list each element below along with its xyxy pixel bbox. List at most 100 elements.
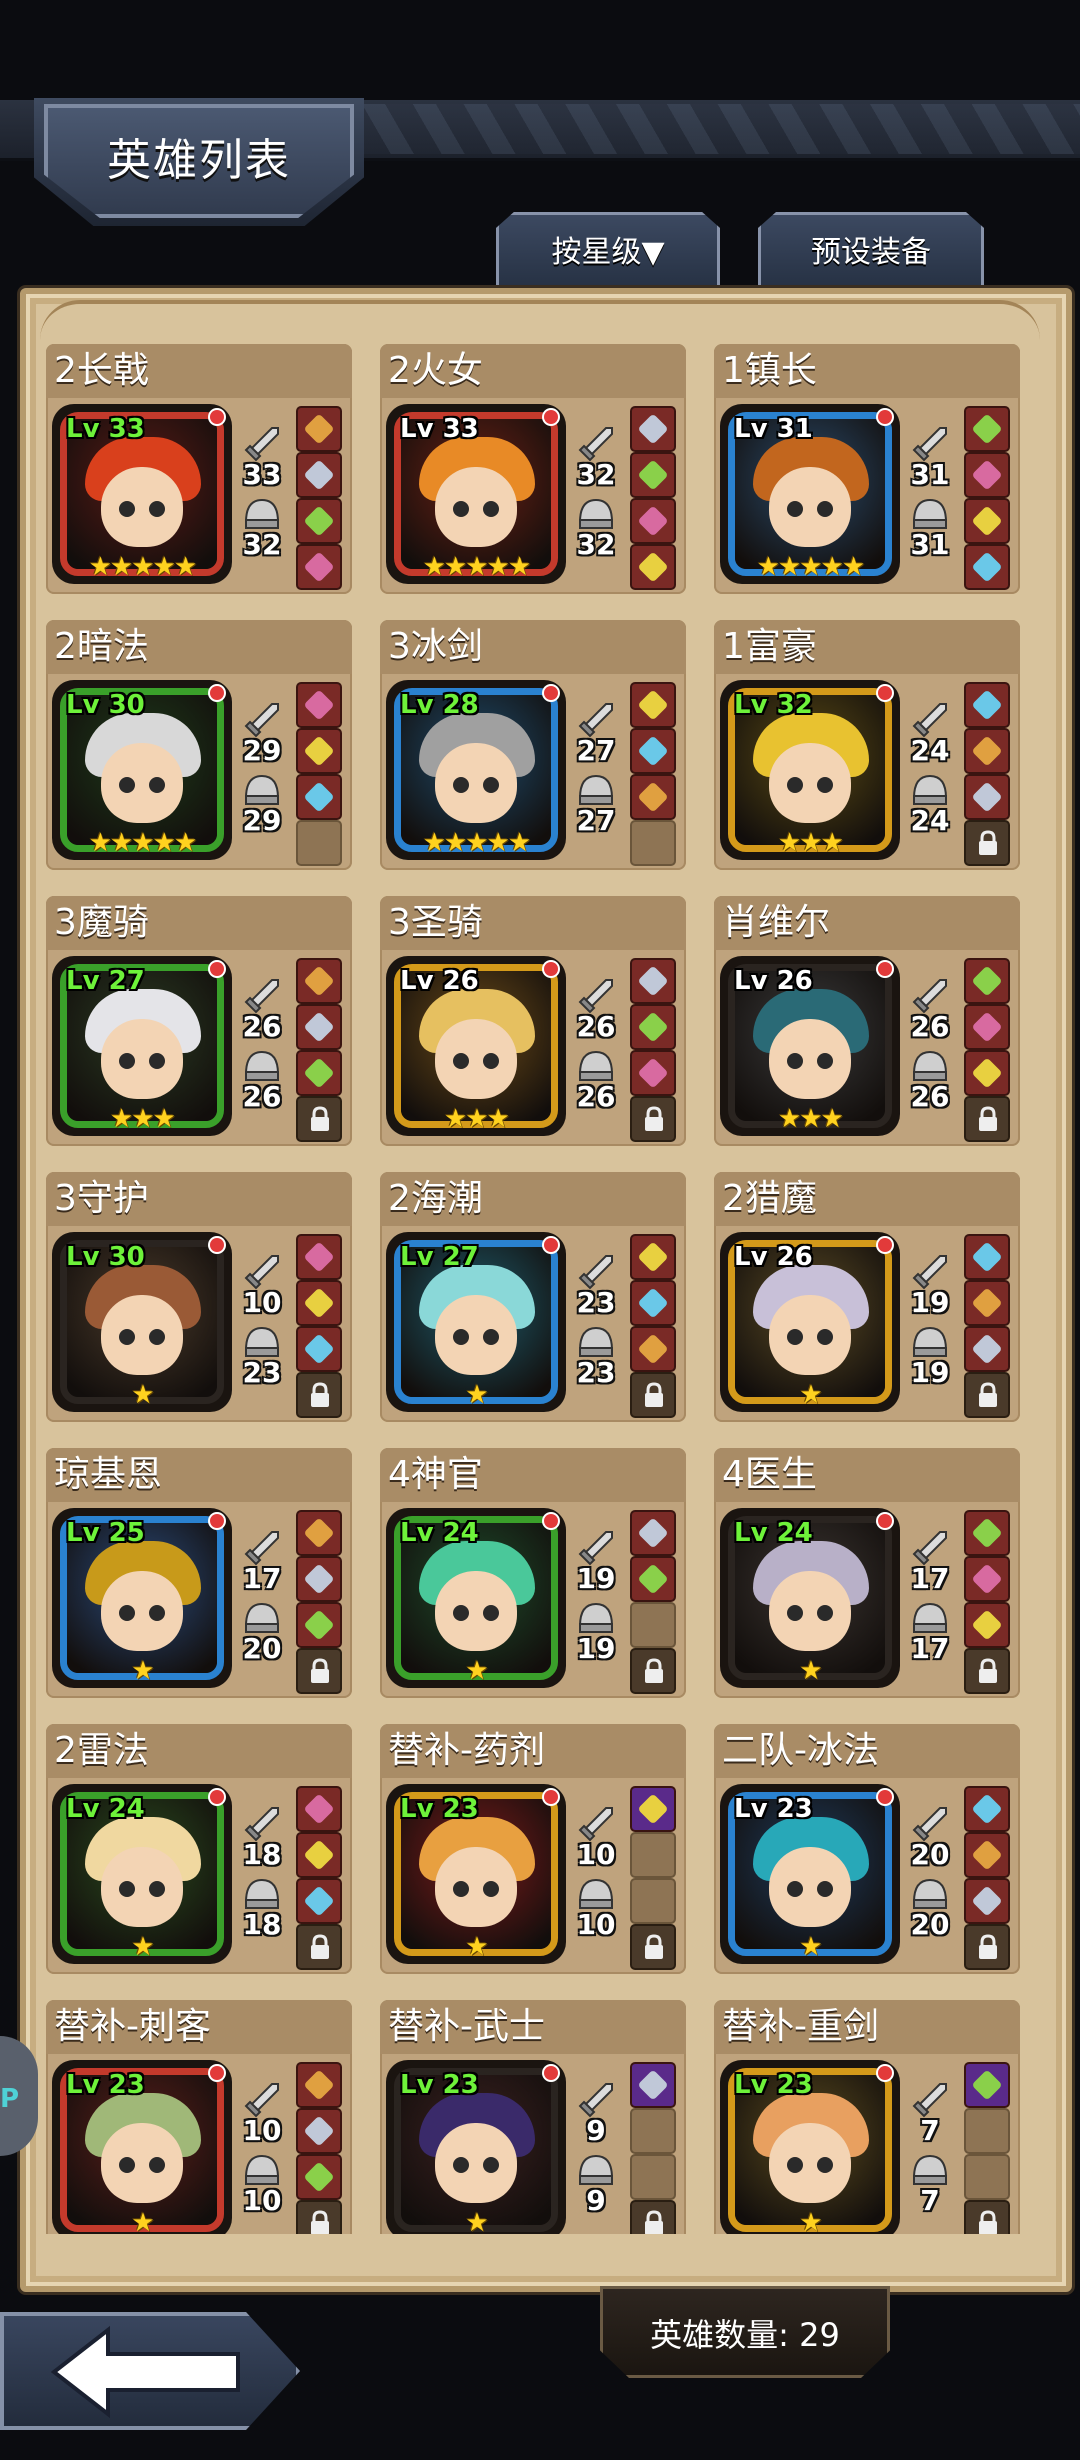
equipment-slot[interactable] xyxy=(964,406,1010,452)
equipment-slot[interactable] xyxy=(964,1878,1010,1924)
hero-portrait[interactable]: Lv 23 ★ xyxy=(52,2060,232,2234)
preset-equipment-button[interactable]: 预设装备 xyxy=(758,212,984,292)
equipment-slot[interactable] xyxy=(964,728,1010,774)
equipment-slot[interactable] xyxy=(296,1786,342,1832)
hero-portrait[interactable]: Lv 30 ★ xyxy=(52,1232,232,1412)
equipment-slot[interactable] xyxy=(296,544,342,590)
equipment-slot[interactable] xyxy=(296,2154,342,2200)
locked-equipment-slot[interactable] xyxy=(296,1924,342,1970)
locked-equipment-slot[interactable] xyxy=(964,1648,1010,1694)
equipment-slot[interactable] xyxy=(296,2108,342,2154)
hero-grid[interactable]: 2长戟 Lv 33 ★★★★★ 33 32 2火女 Lv 33 ★★★★★ 32 32 1镇长 Lv … xyxy=(46,344,1036,2234)
hero-card[interactable]: 二队-冰法 Lv 23 ★ 20 20 xyxy=(714,1724,1020,1974)
empty-equipment-slot[interactable] xyxy=(630,2154,676,2200)
hero-portrait[interactable]: Lv 31 ★★★★★ xyxy=(720,404,900,584)
equipment-slot[interactable] xyxy=(630,958,676,1004)
equipment-slot[interactable] xyxy=(964,682,1010,728)
empty-equipment-slot[interactable] xyxy=(964,2108,1010,2154)
equipment-slot[interactable] xyxy=(964,1050,1010,1096)
hero-card[interactable]: 4医生 Lv 24 ★ 17 17 xyxy=(714,1448,1020,1698)
equipment-slot[interactable] xyxy=(296,452,342,498)
equipment-slot[interactable] xyxy=(964,958,1010,1004)
equipment-slot[interactable] xyxy=(296,1280,342,1326)
equipment-slot[interactable] xyxy=(964,1510,1010,1556)
hero-card[interactable]: 3冰剑 Lv 28 ★★★★★ 27 27 xyxy=(380,620,686,870)
empty-equipment-slot[interactable] xyxy=(296,820,342,866)
hero-portrait[interactable]: Lv 30 ★★★★★ xyxy=(52,680,232,860)
equipment-slot[interactable] xyxy=(296,774,342,820)
equipment-slot[interactable] xyxy=(964,774,1010,820)
empty-equipment-slot[interactable] xyxy=(630,1832,676,1878)
locked-equipment-slot[interactable] xyxy=(296,1096,342,1142)
hero-card[interactable]: 肖维尔 Lv 26 ★★★ 26 26 xyxy=(714,896,1020,1146)
locked-equipment-slot[interactable] xyxy=(630,1648,676,1694)
equipment-slot[interactable] xyxy=(964,544,1010,590)
hero-portrait[interactable]: Lv 32 ★★★ xyxy=(720,680,900,860)
hero-portrait[interactable]: Lv 23 ★ xyxy=(386,2060,566,2234)
locked-equipment-slot[interactable] xyxy=(964,1096,1010,1142)
equipment-slot[interactable] xyxy=(296,498,342,544)
equipment-slot[interactable] xyxy=(296,1004,342,1050)
equipment-slot[interactable] xyxy=(964,452,1010,498)
hero-portrait[interactable]: Lv 27 ★★★ xyxy=(52,956,232,1136)
equipment-slot[interactable] xyxy=(296,1878,342,1924)
locked-equipment-slot[interactable] xyxy=(630,2200,676,2234)
empty-equipment-slot[interactable] xyxy=(630,1602,676,1648)
hero-portrait[interactable]: Lv 27 ★ xyxy=(386,1232,566,1412)
hero-card[interactable]: 替补-药剂 Lv 23 ★ 10 10 xyxy=(380,1724,686,1974)
equipment-slot[interactable] xyxy=(964,1602,1010,1648)
equipment-slot[interactable] xyxy=(296,1832,342,1878)
equipment-slot[interactable] xyxy=(964,1832,1010,1878)
hero-portrait[interactable]: Lv 26 ★★★ xyxy=(720,956,900,1136)
hero-card[interactable]: 替补-重剑 Lv 23 ★ 7 7 xyxy=(714,2000,1020,2234)
equipment-slot[interactable] xyxy=(296,406,342,452)
locked-equipment-slot[interactable] xyxy=(630,1096,676,1142)
equipment-slot[interactable] xyxy=(630,1510,676,1556)
equipment-slot[interactable] xyxy=(296,1326,342,1372)
empty-equipment-slot[interactable] xyxy=(964,2154,1010,2200)
equipment-slot[interactable] xyxy=(630,544,676,590)
empty-equipment-slot[interactable] xyxy=(630,2108,676,2154)
equipment-slot[interactable] xyxy=(630,728,676,774)
hero-card[interactable]: 2暗法 Lv 30 ★★★★★ 29 29 xyxy=(46,620,352,870)
hero-portrait[interactable]: Lv 25 ★ xyxy=(52,1508,232,1688)
locked-equipment-slot[interactable] xyxy=(296,2200,342,2234)
hero-portrait[interactable]: Lv 33 ★★★★★ xyxy=(52,404,232,584)
sort-by-star-button[interactable]: 按星级▼ xyxy=(496,212,720,292)
locked-equipment-slot[interactable] xyxy=(964,2200,1010,2234)
locked-equipment-slot[interactable] xyxy=(630,1924,676,1970)
hero-portrait[interactable]: Lv 23 ★ xyxy=(720,2060,900,2234)
hero-card[interactable]: 2海潮 Lv 27 ★ 23 23 xyxy=(380,1172,686,1422)
hero-portrait[interactable]: Lv 23 ★ xyxy=(720,1784,900,1964)
hero-card[interactable]: 2火女 Lv 33 ★★★★★ 32 32 xyxy=(380,344,686,594)
equipment-slot[interactable] xyxy=(630,774,676,820)
equipment-slot[interactable] xyxy=(630,2062,676,2108)
equipment-slot[interactable] xyxy=(630,682,676,728)
equipment-slot[interactable] xyxy=(630,406,676,452)
equipment-slot[interactable] xyxy=(964,498,1010,544)
equipment-slot[interactable] xyxy=(296,1556,342,1602)
hero-portrait[interactable]: Lv 24 ★ xyxy=(52,1784,232,1964)
equipment-slot[interactable] xyxy=(630,1004,676,1050)
equipment-slot[interactable] xyxy=(964,1004,1010,1050)
locked-equipment-slot[interactable] xyxy=(296,1648,342,1694)
empty-equipment-slot[interactable] xyxy=(630,1878,676,1924)
equipment-slot[interactable] xyxy=(296,1234,342,1280)
equipment-slot[interactable] xyxy=(964,1234,1010,1280)
hero-card[interactable]: 1镇长 Lv 31 ★★★★★ 31 31 xyxy=(714,344,1020,594)
locked-equipment-slot[interactable] xyxy=(964,1372,1010,1418)
back-arrow-icon[interactable] xyxy=(46,2324,246,2420)
hero-card[interactable]: 2猎魔 Lv 26 ★ 19 19 xyxy=(714,1172,1020,1422)
equipment-slot[interactable] xyxy=(296,728,342,774)
equipment-slot[interactable] xyxy=(296,682,342,728)
hero-portrait[interactable]: Lv 33 ★★★★★ xyxy=(386,404,566,584)
hero-card[interactable]: 3守护 Lv 30 ★ 10 23 xyxy=(46,1172,352,1422)
hero-card[interactable]: 3圣骑 Lv 26 ★★★ 26 26 xyxy=(380,896,686,1146)
empty-equipment-slot[interactable] xyxy=(630,820,676,866)
equipment-slot[interactable] xyxy=(964,1326,1010,1372)
equipment-slot[interactable] xyxy=(296,1602,342,1648)
hero-card[interactable]: 替补-刺客 Lv 23 ★ 10 10 xyxy=(46,2000,352,2234)
hero-card[interactable]: 1富豪 Lv 32 ★★★ 24 24 xyxy=(714,620,1020,870)
equipment-slot[interactable] xyxy=(630,1050,676,1096)
hero-card[interactable]: 替补-武士 Lv 23 ★ 9 9 xyxy=(380,2000,686,2234)
